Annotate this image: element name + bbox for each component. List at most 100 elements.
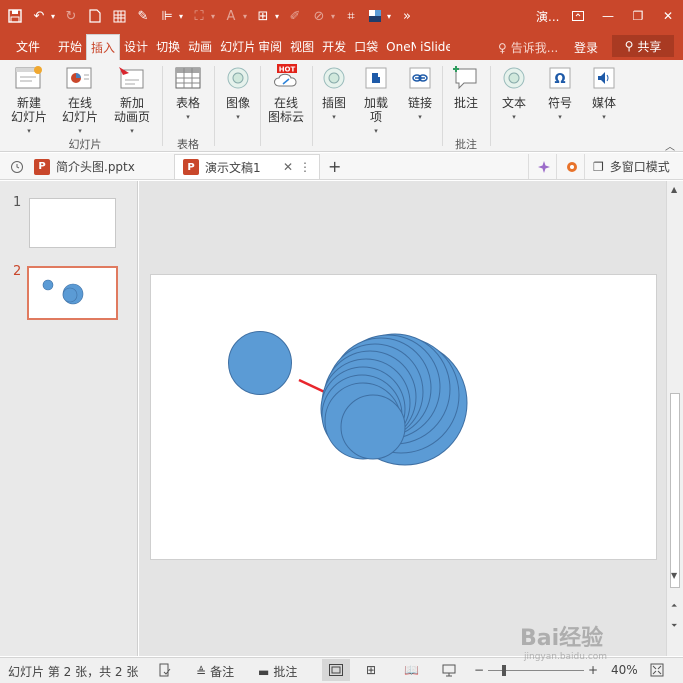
save-icon[interactable] [4, 5, 26, 27]
close-icon[interactable]: ✕ [653, 0, 683, 32]
comment-button[interactable]: 批注 [446, 64, 486, 110]
lightbulb-icon: ♀ [498, 40, 507, 55]
scroll-up-icon[interactable]: ▲ [671, 185, 677, 194]
image-button[interactable]: 图像 ▾ [218, 64, 258, 124]
undo-icon[interactable]: ↶ [28, 5, 50, 27]
slideshow-icon[interactable] [442, 663, 456, 677]
next-slide-icon[interactable]: ⏷ [671, 621, 677, 631]
illustrations-button[interactable]: 插图 ▾ [314, 64, 354, 124]
notes-button[interactable]: ≜ 备注 [196, 663, 234, 680]
doc-tab-intro[interactable]: P 简介头图.pptx [26, 154, 143, 179]
circle-slash-icon[interactable]: ⊘ [308, 5, 330, 27]
omega-icon: Ω [545, 64, 575, 92]
tab-developer[interactable]: 开发 [318, 34, 350, 60]
scrollbar-thumb[interactable] [670, 393, 680, 588]
tab-home[interactable]: 开始 [54, 34, 86, 60]
new-anim-page-button[interactable]: 新加 动画页 ▾ [106, 64, 158, 138]
minimize-icon[interactable]: — [593, 0, 623, 32]
notes-icon: ≜ [196, 664, 207, 679]
symbols-button[interactable]: Ω 符号 ▾ [540, 64, 580, 124]
normal-view-button[interactable] [322, 659, 350, 681]
overlapping-circles-group[interactable] [320, 333, 468, 466]
magic-icon[interactable] [528, 154, 559, 179]
tab-design[interactable]: 设计 [120, 34, 152, 60]
online-slide-button[interactable]: 在线 幻灯片 ▾ [56, 64, 104, 138]
fill-dropdown-icon[interactable]: ▾ [208, 5, 218, 27]
grid-icon[interactable] [108, 5, 130, 27]
watermark-url: jingyan.baidu.com [524, 652, 608, 662]
zoom-out-icon[interactable]: − [474, 663, 484, 677]
text-button[interactable]: 文本 ▾ [494, 64, 534, 124]
tab-view[interactable]: 视图 [286, 34, 318, 60]
fit-to-window-icon[interactable] [650, 663, 664, 677]
scroll-down-icon[interactable]: ▼ [671, 571, 677, 580]
add-tab-icon[interactable]: + [320, 154, 349, 179]
previous-slide-icon[interactable]: ⏶ [671, 601, 677, 611]
fill-icon[interactable]: ⛶ [188, 5, 210, 27]
tab-pocket[interactable]: 口袋 [350, 34, 382, 60]
align-dropdown-icon[interactable]: ▾ [176, 5, 186, 27]
share-button[interactable]: ⚲ 共享 [612, 35, 674, 57]
customize-qat-icon[interactable]: » [396, 5, 418, 27]
tab-menu-icon[interactable]: ⋮ [299, 160, 311, 174]
zoom-slider[interactable] [488, 665, 584, 676]
font-color-icon[interactable]: A [220, 5, 242, 27]
links-button[interactable]: 链接 ▾ [400, 64, 440, 124]
settings-gear-icon[interactable] [556, 154, 587, 179]
tab-file[interactable]: 文件 [0, 34, 54, 60]
zoom-slider-knob[interactable] [502, 665, 506, 676]
addins-button[interactable]: 加载 项 ▾ [356, 64, 396, 138]
collapse-ribbon-icon[interactable]: ︿ [665, 138, 675, 153]
tab-transitions[interactable]: 切换 [152, 34, 184, 60]
reading-view-icon[interactable]: 📖 [404, 663, 419, 677]
shape-icon[interactable]: ⊞ [252, 5, 274, 27]
text-icon [499, 64, 529, 92]
slide-thumbnail-2[interactable] [27, 266, 118, 320]
hot-badge-text: HOT [279, 66, 296, 74]
media-button[interactable]: 媒体 ▾ [584, 64, 624, 124]
single-circle-shape[interactable] [228, 331, 292, 395]
zoom-level[interactable]: 40% [611, 663, 638, 677]
window-title: 演... [536, 10, 560, 24]
align-icon[interactable]: ⊫ [156, 5, 178, 27]
spellcheck-icon[interactable] [158, 663, 172, 677]
crop-icon[interactable]: ⌗ [340, 5, 362, 27]
theme-color-icon[interactable] [364, 5, 386, 27]
online-slide-icon [65, 64, 95, 92]
tab-slideshow[interactable]: 幻灯片 [216, 34, 254, 60]
table-button[interactable]: 表格 ▾ [168, 64, 208, 124]
tab-islide[interactable]: iSlide [416, 34, 450, 60]
tab-animations[interactable]: 动画 [184, 34, 216, 60]
new-slide-button[interactable]: 新建 幻灯片 ▾ [6, 64, 52, 138]
tab-onenote[interactable]: OneN [382, 34, 416, 60]
undo-dropdown-icon[interactable]: ▾ [48, 5, 58, 27]
doc-tab-presentation-label: 演示文稿1 [205, 160, 261, 175]
slide-sorter-icon[interactable]: ⊞ [366, 663, 376, 677]
tab-review[interactable]: 审阅 [254, 34, 286, 60]
eyedropper-icon[interactable]: ✎ [132, 5, 154, 27]
shape-dropdown-icon[interactable]: ▾ [272, 5, 282, 27]
circle-slash-dropdown-icon[interactable]: ▾ [328, 5, 338, 27]
restore-icon[interactable]: ❐ [623, 0, 653, 32]
vertical-scrollbar[interactable]: ▲ ▼ ⏶ ⏷ [666, 181, 683, 656]
online-icon-cloud-button[interactable]: HOT 在线 图标云 [262, 64, 310, 124]
links-label: 链接 [407, 96, 432, 110]
multi-window-button[interactable]: ❐ 多窗口模式 [584, 154, 678, 179]
new-file-icon[interactable] [84, 5, 106, 27]
doc-tab-presentation[interactable]: P 演示文稿1 ✕ ⋮ [174, 154, 320, 179]
ribbon-display-icon[interactable] [563, 0, 593, 32]
theme-dropdown-icon[interactable]: ▾ [384, 5, 394, 27]
close-tab-icon[interactable]: ✕ [283, 160, 293, 174]
svg-text:Ω: Ω [554, 72, 565, 87]
redo-icon[interactable]: ↻ [60, 5, 82, 27]
brush-icon[interactable]: ✐ [284, 5, 306, 27]
quick-access-toolbar: ↶ ▾ ↻ ✎ ⊫ ▾ ⛶ ▾ A ▾ ⊞ ▾ ✐ ⊘ ▾ ⌗ ▾ » [0, 5, 418, 27]
slide-thumbnail-1[interactable] [29, 198, 116, 248]
tab-insert[interactable]: 插入 [86, 34, 121, 60]
comments-button[interactable]: ▬ 批注 [258, 663, 297, 680]
font-color-dropdown-icon[interactable]: ▾ [240, 5, 250, 27]
tell-me-box[interactable]: ♀ 告诉我... [498, 39, 558, 56]
slide-canvas[interactable] [150, 274, 657, 560]
login-link[interactable]: 登录 [574, 39, 598, 56]
zoom-in-icon[interactable]: + [588, 663, 598, 677]
